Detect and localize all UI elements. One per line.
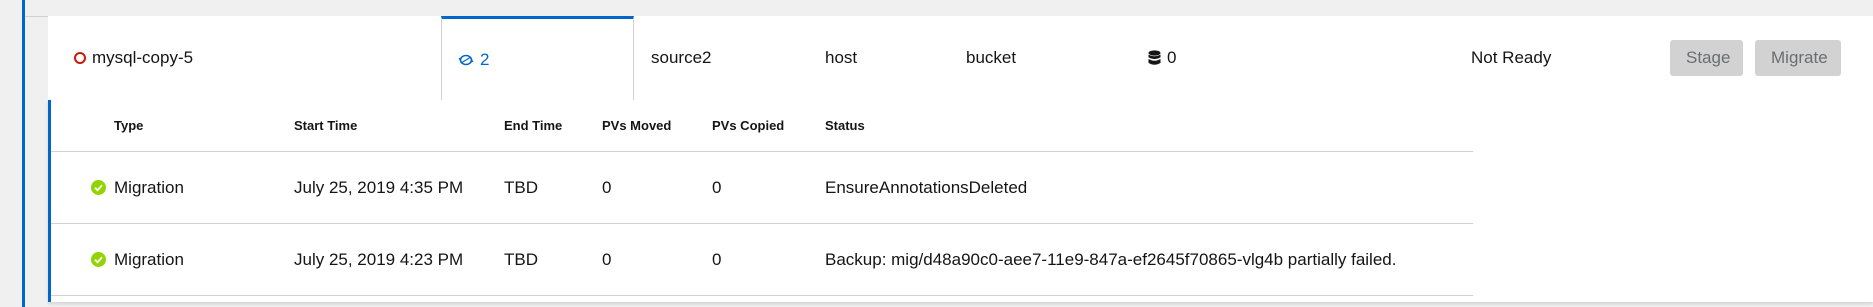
table-row: Migration July 25, 2019 4:23 PM TBD 0 0 … <box>51 223 1473 296</box>
table-header-row: Type Start Time End Time PVs Moved PVs C… <box>51 100 1473 152</box>
header-start-time: Start Time <box>294 100 504 152</box>
check-circle-icon <box>91 180 106 195</box>
header-pvs-moved: PVs Moved <box>602 100 712 152</box>
pv-count: 0 <box>1167 48 1177 67</box>
migrations-count: 2 <box>480 50 490 69</box>
start-time: July 25, 2019 4:23 PM <box>294 223 504 296</box>
header-end-time: End Time <box>504 100 602 152</box>
database-icon <box>1148 50 1161 66</box>
migration-type: Migration <box>114 249 184 269</box>
migrations-expand-tab[interactable]: 2 <box>441 16 634 101</box>
migrations-panel: Type Start Time End Time PVs Moved PVs C… <box>48 100 1873 302</box>
header-status: Status <box>825 100 1473 152</box>
migrations-table: Type Start Time End Time PVs Moved PVs C… <box>51 100 1473 296</box>
type-cell: Migration <box>51 223 294 296</box>
previous-row-edge <box>25 0 1873 17</box>
table-row: Migration July 25, 2019 4:35 PM TBD 0 0 … <box>51 151 1473 224</box>
pvs-moved: 0 <box>602 151 712 224</box>
source-cluster: source2 <box>651 48 712 67</box>
migrate-button[interactable]: Migrate <box>1755 40 1841 76</box>
replication-repository: bucket <box>966 48 1017 67</box>
migration-status: EnsureAnnotationsDeleted <box>825 151 1473 224</box>
plan-status: Not Ready <box>1471 48 1552 67</box>
migration-type: Migration <box>114 177 184 197</box>
persistent-volumes-cell: 0 <box>1148 16 1176 100</box>
plan-row[interactable]: mysql-copy-5 2 source2 host bucket 0 Not… <box>48 16 1873 101</box>
header-type: Type <box>51 100 294 152</box>
left-accent-bar <box>22 0 25 307</box>
pvs-copied: 0 <box>712 151 825 224</box>
header-pvs-copied: PVs Copied <box>712 100 825 152</box>
target-cluster: host <box>825 48 858 67</box>
migration-status: Backup: mig/d48a90c0-aee7-11e9-847a-ef26… <box>825 223 1473 296</box>
check-circle-icon <box>91 252 106 267</box>
pvs-moved: 0 <box>602 223 712 296</box>
pvs-copied: 0 <box>712 223 825 296</box>
plan-name-cell: mysql-copy-5 <box>48 16 441 100</box>
end-time: TBD <box>504 223 602 296</box>
start-time: July 25, 2019 4:35 PM <box>294 151 504 224</box>
type-cell: Migration <box>51 151 294 224</box>
migration-sync-icon <box>458 53 474 67</box>
stage-button[interactable]: Stage <box>1670 40 1743 76</box>
end-time: TBD <box>504 151 602 224</box>
plan-name: mysql-copy-5 <box>92 48 194 67</box>
not-ready-circle-icon <box>74 52 86 64</box>
